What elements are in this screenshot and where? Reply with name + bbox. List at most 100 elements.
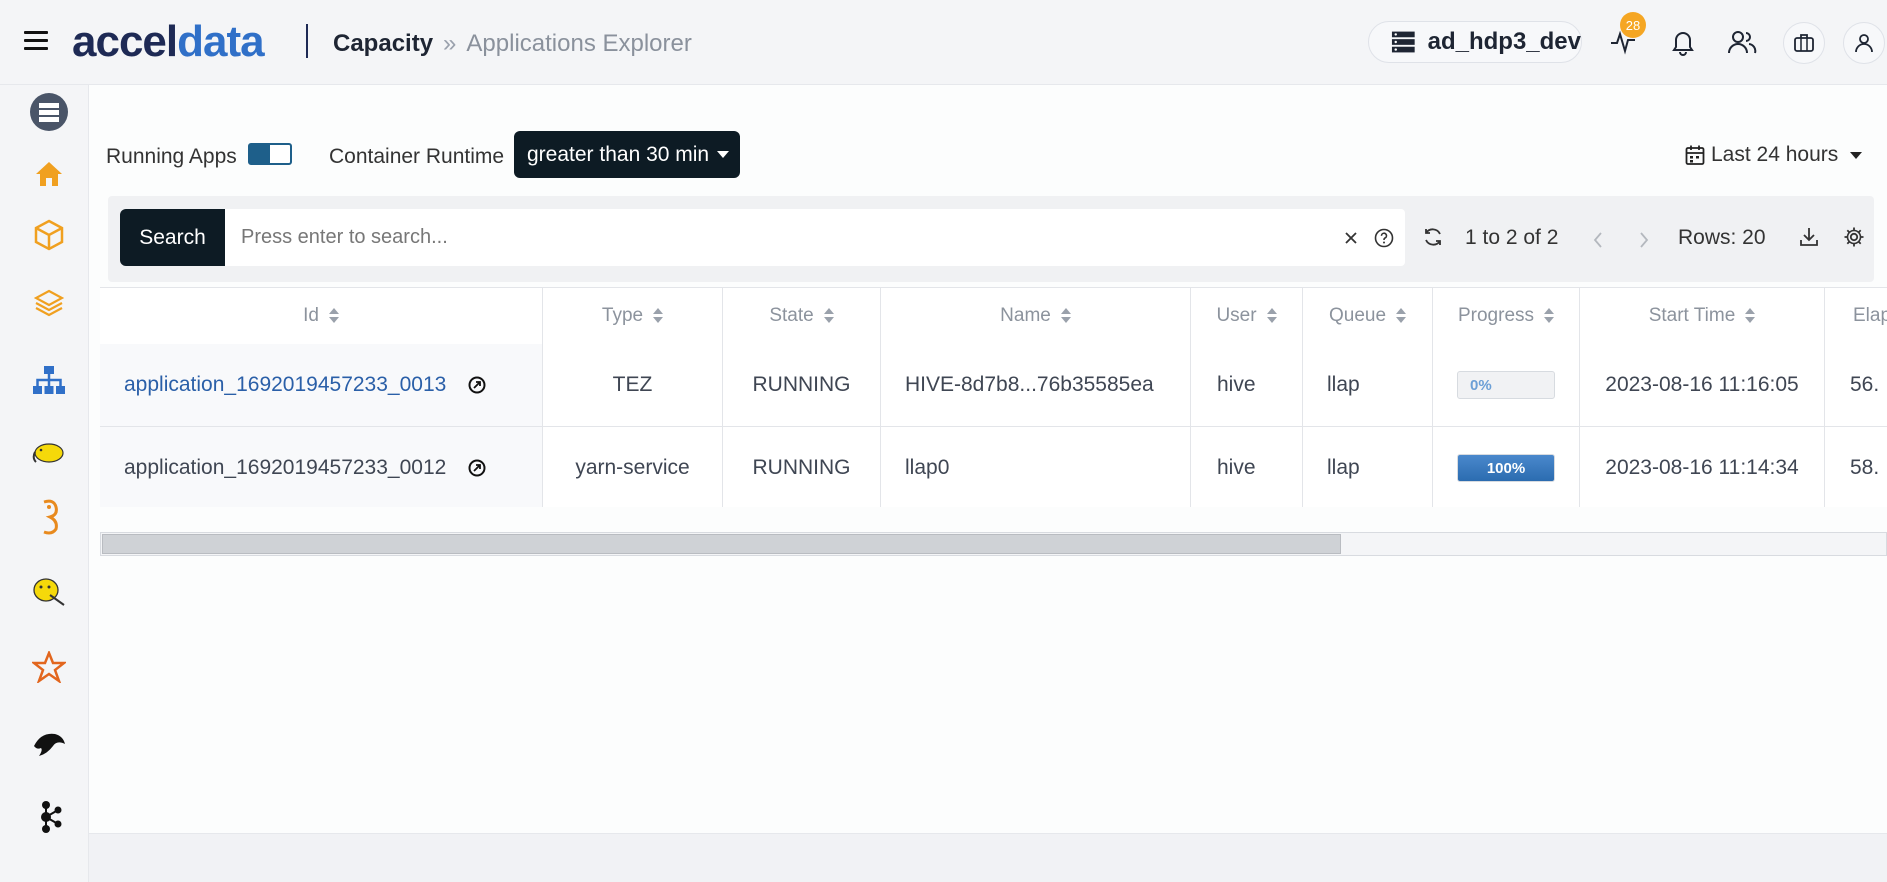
sort-icon: [1060, 308, 1071, 324]
sort-icon: [1266, 308, 1277, 324]
hadoop-elephant-icon: [32, 443, 64, 463]
prev-page-icon[interactable]: [1584, 226, 1612, 254]
column-label: State: [769, 305, 814, 326]
cell-state: RUNNING: [723, 344, 881, 426]
progress-label: 0%: [1470, 376, 1492, 394]
column-header-progress[interactable]: Progress: [1433, 288, 1580, 344]
container-runtime-dropdown[interactable]: greater than 30 min: [514, 131, 740, 178]
sidebar-item-spark[interactable]: [27, 645, 71, 689]
cell-id: application_1692019457233_0013: [100, 344, 543, 426]
column-header-type[interactable]: Type: [543, 288, 723, 344]
clear-search-icon[interactable]: [1337, 224, 1365, 252]
open-details-icon[interactable]: [468, 459, 486, 477]
cell-start-time: 2023-08-16 11:16:05: [1580, 344, 1825, 426]
hive-icon: [33, 578, 65, 606]
applications-table: Id Type State Name User Queue Progress S…: [100, 287, 1887, 507]
application-id[interactable]: application_1692019457233_0012: [124, 456, 446, 480]
sidebar-item-hierarchy[interactable]: [27, 358, 71, 402]
cell-user: hive: [1191, 344, 1303, 426]
sidebar-item-mysql[interactable]: [27, 720, 71, 764]
cell-name: HIVE-8d7b8...76b35585ea: [881, 344, 1191, 426]
running-apps-toggle[interactable]: [248, 143, 292, 165]
application-link[interactable]: application_1692019457233_0013: [124, 373, 446, 397]
briefcase-icon[interactable]: [1783, 22, 1825, 64]
cell-type: yarn-service: [543, 427, 723, 507]
column-label: Start Time: [1648, 305, 1736, 326]
cluster-selector[interactable]: ad_hdp3_dev: [1368, 21, 1582, 63]
search-button[interactable]: Search: [120, 209, 225, 266]
notification-count-badge: 28: [1620, 12, 1646, 38]
date-range-picker[interactable]: Last 24 hours: [1685, 143, 1863, 167]
sidebar-item-kafka[interactable]: [27, 795, 71, 839]
logo[interactable]: acceldata: [72, 18, 265, 66]
column-header-id[interactable]: Id: [100, 288, 543, 344]
sort-icon: [1396, 308, 1407, 324]
sidebar-item-hive[interactable]: [27, 570, 71, 614]
progress-bar: 100%: [1457, 454, 1555, 482]
sidebar-item-zookeeper[interactable]: [27, 495, 71, 539]
cluster-icon: [30, 93, 68, 131]
next-page-icon[interactable]: [1630, 226, 1658, 254]
cell-id: application_1692019457233_0012: [100, 427, 543, 507]
rows-per-page[interactable]: Rows: 20: [1678, 226, 1766, 250]
calendar-icon: [1685, 145, 1705, 165]
progress-label: 100%: [1486, 459, 1526, 477]
sidebar-item-cluster[interactable]: [27, 90, 71, 134]
sidebar-item-layers[interactable]: [27, 281, 71, 325]
column-header-elapsed[interactable]: Elap: [1825, 288, 1887, 344]
table-row[interactable]: application_1692019457233_0012 yarn-serv…: [100, 427, 1887, 507]
users-icon[interactable]: [1725, 25, 1759, 59]
main-panel: Running Apps Container Runtime greater t…: [89, 85, 1887, 834]
cell-progress: 100%: [1433, 427, 1580, 507]
sort-icon: [1544, 308, 1555, 324]
sidebar-item-hadoop[interactable]: [27, 431, 71, 475]
search-input[interactable]: [225, 209, 1405, 266]
cluster-name: ad_hdp3_dev: [1427, 28, 1581, 55]
sort-icon: [653, 308, 664, 324]
scrollbar-thumb[interactable]: [102, 534, 1341, 554]
column-header-start-time[interactable]: Start Time: [1580, 288, 1825, 344]
column-header-queue[interactable]: Queue: [1303, 288, 1433, 344]
column-label: User: [1216, 305, 1257, 326]
column-label: Name: [1000, 305, 1051, 326]
server-icon: [1391, 31, 1415, 53]
spark-star-icon: [32, 651, 66, 683]
cell-start-time: 2023-08-16 11:14:34: [1580, 427, 1825, 507]
breadcrumb-capacity[interactable]: Capacity: [333, 30, 433, 57]
sidebar-item-box[interactable]: [27, 213, 71, 257]
top-header: acceldata Capacity » Applications Explorer…: [0, 0, 1887, 85]
cell-progress: 0%: [1433, 344, 1580, 426]
refresh-icon[interactable]: [1419, 223, 1447, 251]
download-icon[interactable]: [1795, 223, 1823, 251]
help-icon[interactable]: [1370, 224, 1398, 252]
horizontal-scrollbar[interactable]: [100, 532, 1887, 556]
cell-type: TEZ: [543, 344, 723, 426]
toggle-fill: [250, 145, 270, 163]
hierarchy-icon: [33, 366, 65, 394]
user-profile-icon[interactable]: [1843, 22, 1885, 64]
sort-icon: [1745, 308, 1756, 324]
cell-name: llap0: [881, 427, 1191, 507]
date-range-label: Last 24 hours: [1711, 143, 1839, 166]
sidebar-item-home[interactable]: [27, 152, 71, 196]
column-header-state[interactable]: State: [723, 288, 881, 344]
cell-queue: llap: [1303, 344, 1433, 426]
settings-gear-icon[interactable]: [1840, 223, 1868, 251]
home-icon: [36, 162, 62, 186]
sort-icon: [823, 308, 834, 324]
open-details-icon[interactable]: [468, 376, 486, 394]
header-divider: [306, 24, 308, 58]
box-icon: [34, 219, 64, 251]
search-toolbar: Search 1 to 2 of 2 Rows: 20: [108, 196, 1874, 282]
zookeeper-icon: [43, 499, 58, 535]
column-header-name[interactable]: Name: [881, 288, 1191, 344]
progress-bar: 0%: [1457, 371, 1555, 399]
page-title: Applications Explorer: [466, 30, 692, 57]
table-header: Id Type State Name User Queue Progress S…: [100, 287, 1887, 345]
menu-icon[interactable]: [24, 31, 48, 51]
table-row[interactable]: application_1692019457233_0013 TEZ RUNNI…: [100, 344, 1887, 427]
container-runtime-value: greater than 30 min: [527, 142, 710, 166]
bell-icon[interactable]: [1666, 25, 1700, 59]
cell-state: RUNNING: [723, 427, 881, 507]
column-header-user[interactable]: User: [1191, 288, 1303, 344]
